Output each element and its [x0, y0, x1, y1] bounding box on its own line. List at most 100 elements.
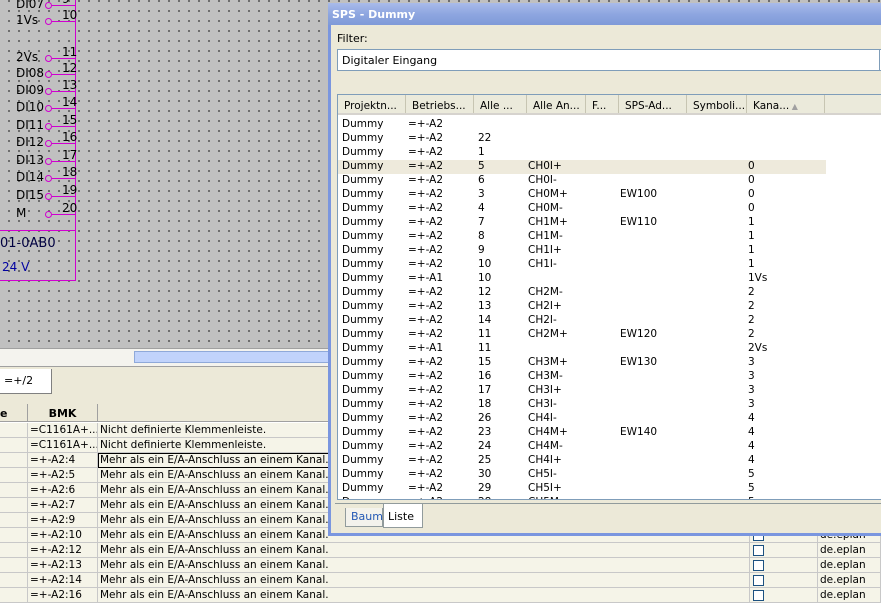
list-cell: 3	[478, 188, 485, 200]
list-cell: CH2M+	[528, 328, 568, 340]
list-item[interactable]: Dummy =+-A2 9 CH1I+ 1	[338, 244, 826, 258]
list-item[interactable]: Dummy =+-A2 7 CH1M+ EW110 1	[338, 216, 826, 230]
pin-row[interactable]: DI14 18	[0, 165, 77, 186]
list-cell: CH0I-	[528, 174, 557, 186]
tab-page[interactable]: =+/2	[0, 369, 52, 394]
pin-row[interactable]: DI10 14	[0, 95, 77, 116]
list-item[interactable]: Dummy =+-A1 10 1Vs	[338, 272, 826, 286]
checkbox[interactable]	[753, 575, 764, 586]
checkbox[interactable]	[753, 560, 764, 571]
window-title[interactable]: SPS - Dummy	[328, 3, 881, 25]
cell-indicator	[0, 573, 28, 588]
list-item[interactable]: Dummy =+-A2 30 CH5I- 5	[338, 468, 826, 482]
list-item[interactable]: Dummy =+-A2 8 CH1M- 1	[338, 230, 826, 244]
pin-row[interactable]: DI12 16	[0, 130, 77, 151]
list-cell: EW120	[620, 328, 658, 340]
pin-label: DI10	[16, 100, 45, 114]
list-cell: CH1I-	[528, 258, 557, 270]
cell-message: Mehr als ein E/A-Anschluss an einem Kana…	[98, 543, 750, 558]
list-cell: Dummy	[342, 188, 384, 200]
list-item[interactable]: Dummy =+-A2 23 CH4M+ EW140 4	[338, 426, 826, 440]
column-header[interactable]: Projektn...	[338, 95, 406, 113]
column-header[interactable]: e	[0, 404, 28, 422]
tab-liste[interactable]: Liste	[383, 504, 423, 528]
pin-row[interactable]: 2Vs 11	[0, 45, 77, 66]
column-header[interactable]: Betriebs...	[406, 95, 474, 113]
tab-baum[interactable]: Baum	[345, 508, 383, 527]
list-cell: =+-A2	[408, 314, 444, 326]
list-item[interactable]: Dummy =+-A2 5 CH0I+ 0	[338, 160, 826, 174]
column-header[interactable]: Kana... ▲	[747, 95, 825, 113]
cell-indicator	[0, 453, 28, 468]
list-item[interactable]: Dummy =+-A2 24 CH4M- 4	[338, 440, 826, 454]
list-item[interactable]: Dummy =+-A2 22	[338, 132, 826, 146]
list-item[interactable]: Dummy =+-A2 10 CH1I- 1	[338, 258, 826, 272]
cell-bmk: =+-A2:14	[28, 573, 98, 588]
list-cell: 3	[748, 384, 755, 396]
column-header[interactable]: Alle An...	[527, 95, 586, 113]
column-header-label: Kana...	[753, 100, 790, 112]
list-item[interactable]: Dummy =+-A2 16 CH3M- 3	[338, 370, 826, 384]
list-cell: Dummy	[342, 468, 384, 480]
list-cell: =+-A2	[408, 258, 444, 270]
list-cell: 30	[478, 468, 492, 480]
table-row[interactable]: =+-A2:14 Mehr als ein E/A-Anschluss an ei…	[0, 573, 881, 588]
list-cell: 24	[478, 440, 492, 452]
pin-label: 1Vs	[16, 13, 39, 27]
pin-number: 10	[62, 8, 78, 22]
list-item[interactable]: Dummy =+-A2 11 CH2M+ EW120 2	[338, 328, 826, 342]
pin-row[interactable]: 1Vs 10	[0, 8, 77, 29]
list-cell: =+-A2	[408, 230, 444, 242]
filter-label: Filter:	[337, 32, 368, 45]
list-item[interactable]: Dummy =+-A2 12 CH2M- 2	[338, 286, 826, 300]
pin-connector-icon	[45, 55, 52, 62]
list-cell: 29	[478, 482, 492, 494]
pin-number: 14	[62, 95, 78, 109]
list-item[interactable]: Dummy =+-A2 3 CH0M+ EW100 0	[338, 188, 826, 202]
list-cell: CH1I+	[528, 244, 562, 256]
list-item[interactable]: Dummy =+-A1 11 2Vs	[338, 342, 826, 356]
list-item[interactable]: Dummy =+-A2 6 CH0I- 0	[338, 174, 826, 188]
column-header[interactable]: Symboli...	[687, 95, 747, 113]
list-cell: 22	[478, 132, 492, 144]
list-cell: Dummy	[342, 412, 384, 424]
list-item[interactable]: Dummy =+-A2 17 CH3I+ 3	[338, 384, 826, 398]
pin-row[interactable]: DI15 19	[0, 183, 77, 204]
list-item[interactable]: Dummy =+-A2 14 CH2I- 2	[338, 314, 826, 328]
pin-row[interactable]: DI08 12	[0, 61, 77, 82]
checkbox[interactable]	[753, 545, 764, 556]
table-row[interactable]: =+-A2:16 Mehr als ein E/A-Anschluss an ei…	[0, 588, 881, 603]
column-header[interactable]: SPS-Ad...	[619, 95, 687, 113]
list-cell: CH1M-	[528, 230, 563, 242]
pin-row[interactable]: DI09 13	[0, 78, 77, 99]
pin-number: 20	[62, 201, 78, 215]
pin-row[interactable]: DI13 17	[0, 148, 77, 169]
list-item[interactable]: Dummy =+-A2 25 CH4I+ 4	[338, 454, 826, 468]
list-item[interactable]: Dummy =+-A2 15 CH3M+ EW130 3	[338, 356, 826, 370]
list-item[interactable]: Dummy =+-A2 28CH5M- 5	[338, 496, 826, 499]
column-header-bmk[interactable]: BMK	[28, 404, 98, 422]
list-item[interactable]: Dummy =+-A2 18 CH3I- 3	[338, 398, 826, 412]
pin-row[interactable]: DI11 15	[0, 113, 77, 134]
list-item[interactable]: Dummy =+-A2 26 CH4I- 4	[338, 412, 826, 426]
table-row[interactable]: =+-A2:13 Mehr als ein E/A-Anschluss an ei…	[0, 558, 881, 573]
column-header[interactable]: F...	[586, 95, 619, 113]
table-row[interactable]: =+-A2:12 Mehr als ein E/A-Anschluss an ei…	[0, 543, 881, 558]
list-item[interactable]: Dummy =+-A2	[338, 118, 826, 132]
list-cell: 1	[748, 230, 755, 242]
list-item[interactable]: Dummy =+-A2 4 CH0M- 0	[338, 202, 826, 216]
pin-row[interactable]: M 20	[0, 201, 77, 222]
pin-row[interactable]: DI07 9	[0, 0, 76, 13]
list-item[interactable]: Dummy =+-A2 1	[338, 146, 826, 160]
filter-dropdown[interactable]: Digitaler Eingang	[337, 49, 881, 71]
cell-indicator	[0, 588, 28, 603]
list-item[interactable]: Dummy =+-A2 13 CH2I+ 2	[338, 300, 826, 314]
list-cell: =+-A2	[408, 454, 444, 466]
checkbox[interactable]	[753, 590, 764, 601]
list-item[interactable]: Dummy =+-A2 29 CH5I+ 5	[338, 482, 826, 496]
column-header[interactable]: Alle ...	[474, 95, 527, 113]
list-cell: CH3I-	[528, 398, 557, 410]
plc-connection-list[interactable]: Projektn... Betriebs... Alle ... Alle An...…	[337, 94, 881, 500]
cell-bmk: =+-A2:12	[28, 543, 98, 558]
scrollbar-thumb[interactable]	[134, 351, 334, 363]
